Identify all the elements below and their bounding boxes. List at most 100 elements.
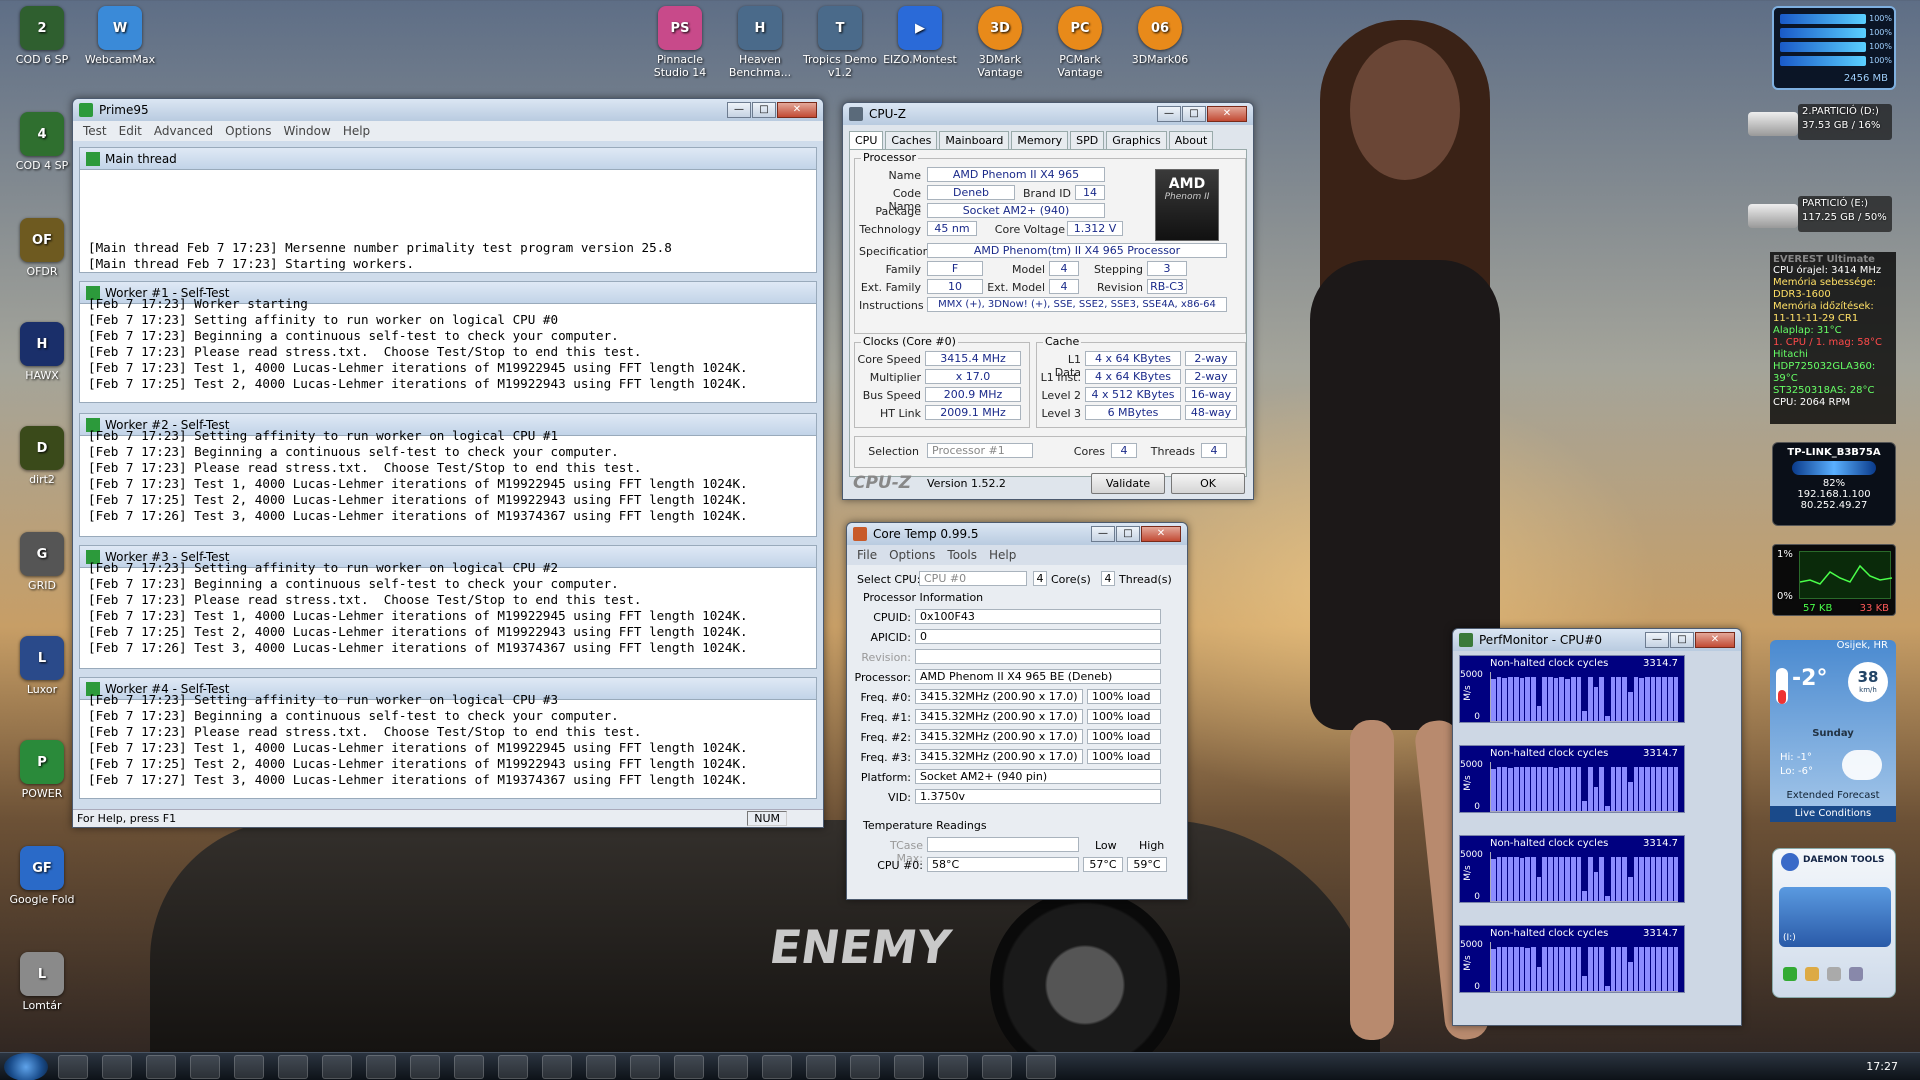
worker-4-pane[interactable]: Worker #4 - Self-Test [Feb 7 17:23] Setti…	[79, 677, 817, 799]
menu-window[interactable]: Window	[279, 124, 334, 138]
tab-caches[interactable]: Caches	[885, 131, 938, 149]
taskbar-launcher-icon[interactable]	[366, 1054, 396, 1079]
close-button[interactable]: ✕	[777, 102, 817, 118]
taskbar-app-icon[interactable]	[498, 1054, 528, 1079]
desktop-icon-pinnacle-studio-14[interactable]: PS Pinnacle Studio 14	[638, 6, 722, 79]
close-button[interactable]: ✕	[1207, 106, 1247, 122]
tab-spd[interactable]: SPD	[1070, 131, 1105, 149]
taskbar-chrome-icon[interactable]	[322, 1054, 352, 1079]
cpuz-window[interactable]: CPU-Z — □ ✕ CPU Caches Mainboard Memory SP…	[842, 102, 1254, 500]
worker-2-pane[interactable]: Worker #2 - Self-Test [Feb 7 17:23] Setti…	[79, 413, 817, 537]
live-conditions-link[interactable]: Live Conditions	[1770, 806, 1896, 822]
taskbar-app-icon[interactable]	[982, 1054, 1012, 1079]
maximize-button[interactable]: □	[1182, 106, 1206, 122]
add-icon[interactable]	[1783, 967, 1797, 981]
taskbar-browser-icon[interactable]	[806, 1054, 836, 1079]
minimize-button[interactable]: —	[1157, 106, 1181, 122]
maximize-button[interactable]: □	[752, 102, 776, 118]
taskbar-coretemp-icon[interactable]	[1026, 1054, 1056, 1079]
menu-advanced[interactable]: Advanced	[150, 124, 217, 138]
taskbar-notes-icon[interactable]	[234, 1054, 264, 1079]
validate-button[interactable]: Validate	[1091, 473, 1165, 494]
taskbar-cpu-z-icon[interactable]	[762, 1054, 792, 1079]
taskbar-sandbox-icon[interactable]	[542, 1054, 572, 1079]
select-cpu-dropdown[interactable]: CPU #0	[919, 571, 1027, 586]
taskbar-everest-icon[interactable]	[894, 1054, 924, 1079]
cpu-core-meter: 100%	[1780, 14, 1892, 24]
everest-title: EVEREST Ultimate	[1773, 254, 1875, 265]
menu-tools[interactable]: Tools	[943, 548, 981, 562]
cpu-meter-gadget[interactable]: 100% 100% 100% 100% 2456 MB	[1772, 6, 1896, 90]
menu-help[interactable]: Help	[339, 124, 374, 138]
tab-graphics[interactable]: Graphics	[1106, 131, 1167, 149]
minimize-button[interactable]: —	[727, 102, 751, 118]
main-thread-pane[interactable]: Main thread [Main thread Feb 7 17:23] Mer…	[79, 147, 817, 273]
drive-d-gadget[interactable]: 2.PARTICIÓ (D:) 37.53 GB / 16%	[1748, 104, 1894, 144]
tab-about[interactable]: About	[1168, 131, 1214, 149]
desktop-icon-eizo-montest[interactable]: ▶ EIZO.Montest	[878, 6, 962, 66]
prime95-titlebar[interactable]: Prime95 — □ ✕	[73, 99, 823, 121]
taskbar-app-icon[interactable]	[410, 1054, 440, 1079]
perfmonitor-window[interactable]: PerfMonitor - CPU#0 — □ ✕ Non-halted clock…	[1452, 628, 1742, 1026]
perf-bar	[1508, 767, 1513, 811]
coretemp-titlebar[interactable]: Core Temp 0.99.5 — □ ✕	[847, 523, 1187, 545]
worker-1-pane[interactable]: Worker #1 - Self-Test [Feb 7 17:23] Worke…	[79, 281, 817, 403]
pane-titlebar[interactable]: Main thread	[80, 148, 816, 170]
mount-icon[interactable]	[1805, 967, 1819, 981]
taskbar-prime95-icon[interactable]	[850, 1054, 880, 1079]
desktop-icon-heaven-benchma-[interactable]: H Heaven Benchma...	[718, 6, 802, 79]
menu-options[interactable]: Options	[885, 548, 939, 562]
desktop-icon-3dmark-vantage[interactable]: 3D 3DMark Vantage	[958, 6, 1042, 79]
tab-memory[interactable]: Memory	[1011, 131, 1069, 149]
desktop-icon-tropics-demo-v1-2[interactable]: T Tropics Demo v1.2	[798, 6, 882, 79]
coretemp-window[interactable]: Core Temp 0.99.5 — □ ✕ File Options Tools …	[846, 522, 1188, 900]
taskbar-app-icon[interactable]	[718, 1054, 748, 1079]
taskbar-media-icon[interactable]	[190, 1054, 220, 1079]
taskbar-explorer-icon[interactable]	[146, 1054, 176, 1079]
perf-chart-value: 3314.7	[1643, 748, 1678, 759]
cpu-core-meter: 100%	[1780, 28, 1892, 38]
maximize-button[interactable]: □	[1116, 526, 1140, 542]
desktop-icon-lomt-r[interactable]: L Lomtár	[0, 952, 84, 1012]
unmount-icon[interactable]	[1827, 967, 1841, 981]
ok-button[interactable]: OK	[1171, 473, 1245, 494]
taskbar-ie-icon[interactable]	[58, 1054, 88, 1079]
perfmonitor-titlebar[interactable]: PerfMonitor - CPU#0 — □ ✕	[1453, 629, 1741, 651]
minimize-button[interactable]: —	[1645, 632, 1669, 648]
close-button[interactable]: ✕	[1695, 632, 1735, 648]
weather-gadget[interactable]: Osijek, HR -2° 38 km/h Sunday Hi: -1° Lo…	[1770, 640, 1896, 822]
taskbar-cpu-monitor-icon[interactable]	[586, 1054, 616, 1079]
taskbar-app-icon[interactable]	[454, 1054, 484, 1079]
taskbar-app-icon[interactable]	[938, 1054, 968, 1079]
taskbar-infinity-icon[interactable]	[630, 1054, 660, 1079]
drive-e-gadget[interactable]: PARTICIÓ (E:) 117.25 GB / 50%	[1748, 196, 1894, 236]
settings-icon[interactable]	[1849, 967, 1863, 981]
menu-help[interactable]: Help	[985, 548, 1020, 562]
menu-edit[interactable]: Edit	[115, 124, 146, 138]
processor-select[interactable]: Processor #1	[927, 443, 1033, 458]
menu-test[interactable]: Test	[79, 124, 111, 138]
desktop-icon-webcammax[interactable]: W WebcamMax	[78, 6, 162, 66]
worker-3-pane[interactable]: Worker #3 - Self-Test [Feb 7 17:23] Setti…	[79, 545, 817, 669]
desktop-icon-cod-6-sp[interactable]: 2 COD 6 SP	[0, 6, 84, 66]
close-button[interactable]: ✕	[1141, 526, 1181, 542]
desktop-icon-3dmark06[interactable]: 06 3DMark06	[1118, 6, 1202, 66]
taskbar-firefox-icon[interactable]	[102, 1054, 132, 1079]
tab-mainboard[interactable]: Mainboard	[939, 131, 1010, 149]
wifi-gadget[interactable]: TP-LINK_B3B75A 82% 192.168.1.100 80.252.…	[1772, 442, 1896, 526]
virtual-drive-panel[interactable]	[1779, 887, 1891, 947]
menu-file[interactable]: File	[853, 548, 881, 562]
prime95-window[interactable]: Prime95 — □ ✕ Test Edit Advanced Options W…	[72, 98, 824, 828]
cpuz-titlebar[interactable]: CPU-Z — □ ✕	[843, 103, 1253, 125]
extended-forecast-link[interactable]: Extended Forecast	[1770, 790, 1896, 801]
menu-options[interactable]: Options	[221, 124, 275, 138]
daemon-tools-gadget[interactable]: DAEMON TOOLS (I:)	[1772, 848, 1896, 998]
taskbar-help-icon[interactable]	[278, 1054, 308, 1079]
maximize-button[interactable]: □	[1670, 632, 1694, 648]
start-button[interactable]	[4, 1052, 48, 1080]
taskbar-app-icon[interactable]	[674, 1054, 704, 1079]
desktop-icon-pcmark-vantage[interactable]: PC PCMark Vantage	[1038, 6, 1122, 79]
minimize-button[interactable]: —	[1091, 526, 1115, 542]
tab-cpu[interactable]: CPU	[849, 131, 884, 149]
desktop-icon-google-fold[interactable]: GF Google Fold	[0, 846, 84, 906]
